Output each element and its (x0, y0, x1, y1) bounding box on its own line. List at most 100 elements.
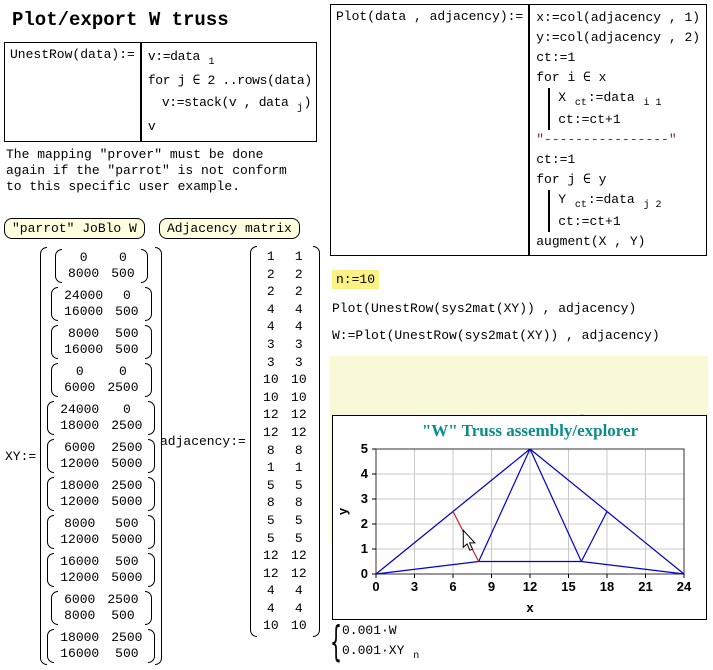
matrix-cell: 16000 (64, 304, 103, 320)
y-tick-label: 0 (361, 566, 368, 581)
matrix-cell: 3 (263, 336, 279, 354)
matrix-cell: 500 (115, 646, 138, 662)
math-line: ct:=1 (536, 150, 700, 170)
math-line: v (148, 116, 312, 138)
plot-call-expression[interactable]: Plot(UnestRow(sys2mat(XY)) , adjacency) (332, 301, 636, 316)
xy-submatrix-cells: 0060002500 (58, 363, 144, 397)
matrix-cell: 6000 (64, 592, 95, 608)
math-line: for j ∈ 2 ..rows(data) (148, 70, 312, 92)
plot-fn-program-body: x:=col(adjacency , 1)y:=col(adjacency , … (528, 5, 706, 255)
program-inner-block: Y ct:=data j 2ct:=ct+1 (548, 190, 700, 232)
math-line: 0.001·W (342, 621, 420, 641)
matrix-cell: 5 (263, 477, 279, 495)
matrix-cell: 4 (263, 582, 279, 600)
xy-matrix-blocks: 0080005002400001600050080005001600050000… (47, 247, 155, 665)
matrix-cell: 12 (263, 565, 279, 583)
matrix-paren-right (145, 591, 152, 625)
matrix-paren-left (250, 246, 257, 637)
matrix-cell: 12 (291, 565, 307, 583)
note-line-2: again if the "parrot" is not conform (6, 163, 287, 179)
matrix-paren-left (47, 629, 54, 663)
matrix-cell: 18000 (60, 478, 99, 494)
matrix-paren-right (148, 515, 155, 549)
matrix-cell: 500 (115, 516, 138, 532)
matrix-cell: 2500 (111, 440, 142, 456)
matrix-cell: 12 (263, 547, 279, 565)
matrix-paren-left (47, 553, 54, 587)
math-line: v:=stack(v , data j) (162, 92, 312, 116)
matrix-cell: 16000 (64, 342, 103, 358)
matrix-paren-left (55, 249, 62, 283)
matrix-cell: 12000 (60, 570, 99, 586)
matrix-paren-left (47, 439, 54, 473)
xy-submatrix: 008000500 (55, 249, 148, 283)
x-tick-label: 21 (638, 579, 652, 594)
matrix-cell: 3 (263, 354, 279, 372)
x-tick-label: 24 (677, 579, 692, 594)
unestrow-function-region[interactable]: UnestRow(data):= v:=data 1for j ∈ 2 ..ro… (4, 42, 317, 142)
matrix-cell: 2500 (111, 478, 142, 494)
adjacency-matrix-region[interactable]: adjacency:= 1122224444333310101010121212… (160, 246, 320, 637)
matrix-cell: 5 (263, 512, 279, 530)
matrix-cell: 500 (115, 304, 138, 320)
matrix-cell: 0 (123, 288, 131, 304)
math-line: for j ∈ y (536, 170, 700, 190)
matrix-cell: 500 (115, 342, 138, 358)
adjacency-matrix-label: Adjacency matrix (159, 218, 300, 239)
matrix-cell: 0 (119, 364, 127, 380)
matrix-cell: 5 (263, 530, 279, 548)
math-line: ct:=1 (536, 48, 700, 68)
adjacency-assign-label: adjacency:= (160, 434, 246, 449)
matrix-paren-left (51, 287, 58, 321)
matrix-cell: 2500 (111, 630, 142, 646)
n-assignment[interactable]: n:=10 (332, 270, 379, 289)
plot-trace-expressions[interactable]: { 0.001·W0.001·XY n (330, 621, 420, 663)
matrix-cell: 4 (291, 318, 307, 336)
xy-submatrix: 240000180002500 (47, 401, 155, 435)
matrix-paren-left (51, 325, 58, 359)
xy-submatrix-cells: 18000250016000500 (54, 629, 148, 663)
matrix-cell: 10 (263, 371, 279, 389)
matrix-paren-left (47, 401, 54, 435)
xy-submatrix-cells: 16000500120005000 (54, 553, 148, 587)
matrix-cell: 12000 (60, 532, 99, 548)
plot-fn-lhs: Plot(data , adjacency):= (331, 5, 528, 28)
x-tick-label: 6 (449, 579, 456, 594)
matrix-cell: 0 (119, 250, 127, 266)
matrix-cell: 1 (291, 248, 307, 266)
matrix-cell: 10 (263, 389, 279, 407)
math-line: for i ∈ x (536, 68, 700, 88)
matrix-paren-left (47, 477, 54, 511)
matrix-cell: 3 (291, 354, 307, 372)
matrix-cell: 24000 (64, 288, 103, 304)
matrix-cell: 500 (115, 554, 138, 570)
trace-expr-lines: 0.001·W0.001·XY n (342, 621, 420, 663)
math-line: 0.001·XY n (342, 641, 420, 663)
x-tick-label: 3 (411, 579, 418, 594)
matrix-cell: 5000 (111, 494, 142, 510)
x-tick-label: 15 (561, 579, 575, 594)
x-tick-label: 18 (600, 579, 614, 594)
y-tick-label: 2 (361, 516, 368, 531)
plot-function-region[interactable]: Plot(data , adjacency):= x:=col(adjacenc… (330, 4, 707, 256)
math-line: v:=data 1 (148, 46, 312, 70)
xy-submatrix-cells: 800050016000500 (58, 325, 144, 359)
xy-matrix-region[interactable]: XY:= 00800050024000016000500800050016000… (5, 247, 162, 665)
xy-submatrix-cells: 18000 2500 12000 5000 (54, 477, 148, 511)
matrix-cell: 12000 (60, 494, 99, 510)
matrix-cell: 6000 (64, 380, 95, 396)
matrix-paren-left (51, 591, 58, 625)
math-line: x:=col(adjacency , 1) (536, 8, 700, 28)
matrix-cell: 12 (263, 424, 279, 442)
y-tick-label: 5 (361, 441, 368, 456)
truss-member (376, 562, 479, 575)
w-assignment-expression[interactable]: W:=Plot(UnestRow(sys2mat(XY)) , adjacenc… (332, 328, 660, 343)
truss-member (581, 512, 607, 562)
matrix-cell: 2 (263, 266, 279, 284)
xy-submatrix: 60002500120005000 (47, 439, 155, 473)
page-title: Plot/export W truss (4, 6, 237, 34)
matrix-cell: 16000 (60, 554, 99, 570)
matrix-cell: 6000 (64, 440, 95, 456)
matrix-cell: 0 (123, 402, 131, 418)
truss-plot-region[interactable]: 03691215182124012345xy"W" Truss assembly… (332, 415, 707, 620)
